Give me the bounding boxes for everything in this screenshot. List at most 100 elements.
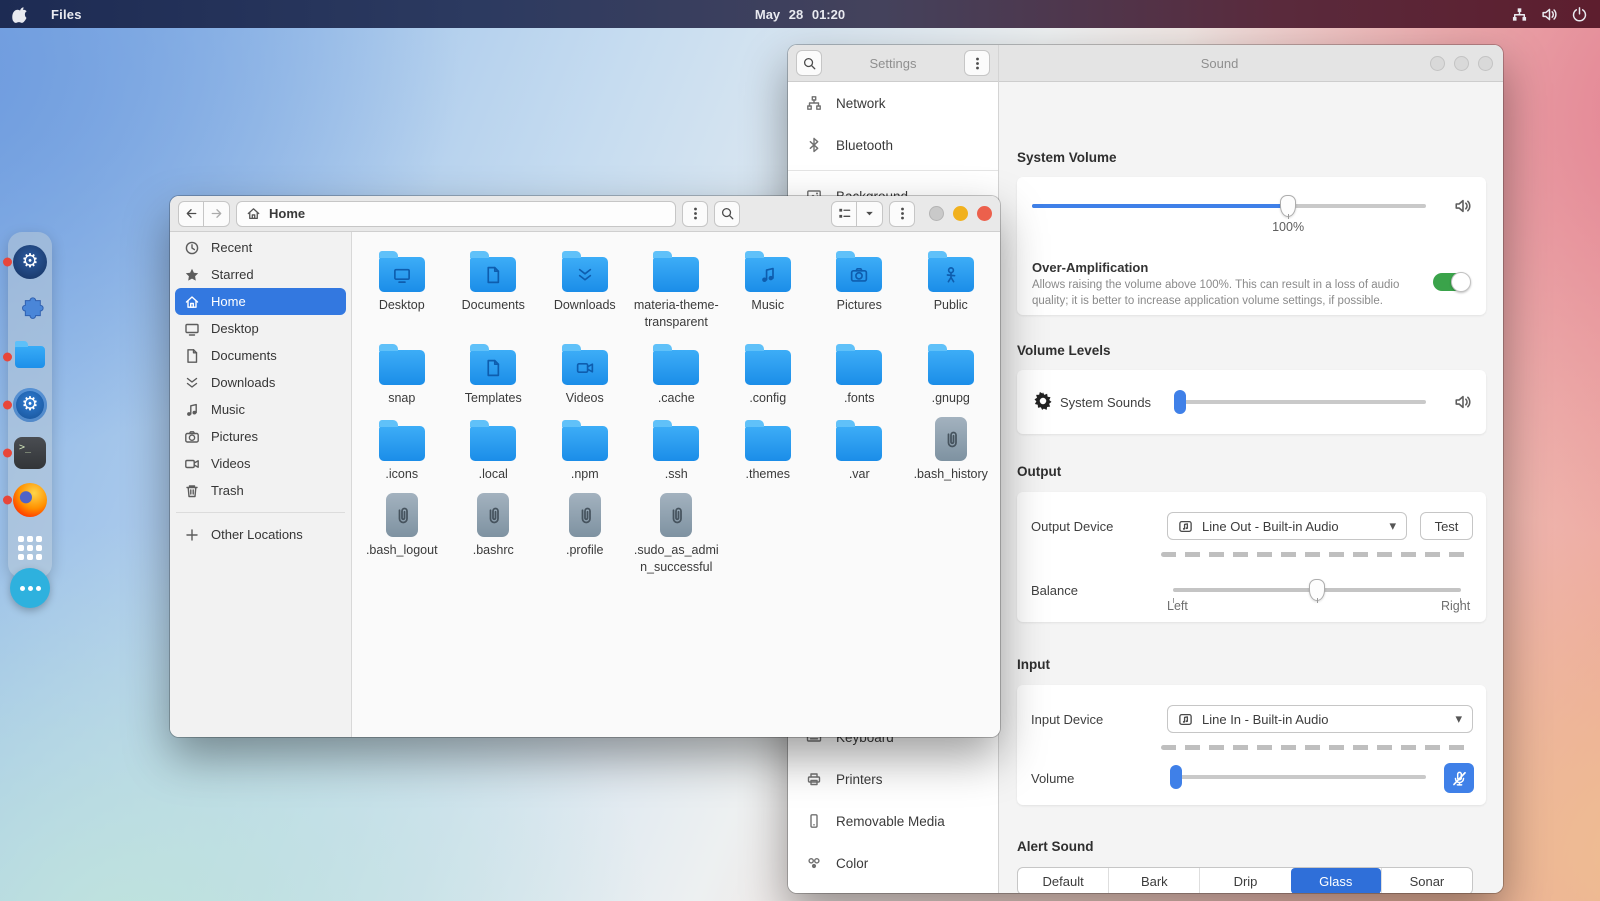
system-sounds-slider-handle[interactable] bbox=[1174, 390, 1186, 414]
dock-item-terminal[interactable]: >_ bbox=[12, 435, 48, 471]
folder-item-documents[interactable]: Documents bbox=[448, 244, 540, 331]
files-minimize-button[interactable] bbox=[929, 206, 944, 221]
alert-sound-option-bark[interactable]: Bark bbox=[1108, 868, 1199, 893]
sidebar-item-music[interactable]: Music bbox=[175, 396, 346, 423]
settings-sidebar-item-removable-media[interactable]: Removable Media bbox=[788, 800, 998, 842]
folder-item-videos[interactable]: Videos bbox=[539, 337, 631, 407]
dock-item-extensions[interactable] bbox=[12, 292, 48, 328]
settings-sidebar-item-printers[interactable]: Printers bbox=[788, 758, 998, 800]
folder-item-local[interactable]: .local bbox=[448, 413, 540, 483]
folder-item-config[interactable]: .config bbox=[722, 337, 814, 407]
settings-maximize-button[interactable] bbox=[1454, 56, 1469, 71]
settings-minimize-button[interactable] bbox=[1430, 56, 1445, 71]
alert-sound-option-glass[interactable]: Glass bbox=[1291, 868, 1381, 893]
balance-label: Balance bbox=[1031, 583, 1078, 598]
input-device-dropdown[interactable]: Line In - Built-in Audio ▾ bbox=[1167, 705, 1473, 733]
sidebar-item-label: Downloads bbox=[211, 375, 275, 390]
sound-panel-header: Sound bbox=[999, 45, 1503, 82]
alert-sound-option-drip[interactable]: Drip bbox=[1199, 868, 1290, 893]
text-file-icon bbox=[477, 493, 509, 537]
clock[interactable]: May 28 01:20 bbox=[0, 7, 1600, 22]
files-menu-button[interactable] bbox=[889, 201, 915, 227]
sidebar-item-home[interactable]: Home bbox=[175, 288, 346, 315]
folder-item-music[interactable]: Music bbox=[722, 244, 814, 331]
file-label: Desktop bbox=[379, 297, 425, 314]
settings-sidebar-bottom-items: KeyboardPrintersRemovable MediaColor bbox=[788, 716, 998, 884]
folder-item-ssh[interactable]: .ssh bbox=[631, 413, 723, 483]
dock-more-button[interactable] bbox=[10, 568, 50, 608]
network-tray-icon[interactable] bbox=[1511, 6, 1528, 23]
folder-item-desktop[interactable]: Desktop bbox=[356, 244, 448, 331]
folder-icon bbox=[379, 257, 425, 292]
dock-item-firefox[interactable] bbox=[12, 482, 48, 518]
file-label: .bashrc bbox=[473, 542, 514, 559]
forward-button[interactable] bbox=[204, 201, 230, 227]
folder-item-snap[interactable]: snap bbox=[356, 337, 448, 407]
view-mode-button[interactable] bbox=[831, 201, 857, 227]
input-volume-slider[interactable] bbox=[1173, 765, 1426, 789]
dock-item-tweaks[interactable]: ⚙ bbox=[12, 387, 48, 423]
settings-sidebar-item-bluetooth[interactable]: Bluetooth bbox=[788, 124, 998, 166]
test-button[interactable]: Test bbox=[1420, 512, 1473, 540]
sidebar-item-starred[interactable]: Starred bbox=[175, 261, 346, 288]
folder-item-public[interactable]: Public bbox=[905, 244, 997, 331]
file-item-bashrc[interactable]: .bashrc bbox=[448, 489, 540, 576]
sidebar-item-label: Bluetooth bbox=[836, 138, 893, 153]
text-file-icon bbox=[569, 493, 601, 537]
sidebar-item-other-locations[interactable]: Other Locations bbox=[175, 521, 346, 548]
settings-sidebar-item-network[interactable]: Network bbox=[788, 82, 998, 124]
sidebar-item-desktop[interactable]: Desktop bbox=[175, 315, 346, 342]
folder-item-npm[interactable]: .npm bbox=[539, 413, 631, 483]
sidebar-item-trash[interactable]: Trash bbox=[175, 477, 346, 504]
dock-item-settings[interactable]: ⚙ bbox=[12, 244, 48, 280]
input-mute-button[interactable] bbox=[1444, 763, 1474, 793]
system-volume-slider[interactable]: 100% bbox=[1032, 194, 1426, 218]
folder-icon bbox=[379, 350, 425, 385]
input-volume-slider-handle[interactable] bbox=[1170, 765, 1182, 789]
back-button[interactable] bbox=[178, 201, 204, 227]
path-menu-button[interactable] bbox=[682, 201, 708, 227]
view-options-button[interactable] bbox=[857, 201, 883, 227]
alert-sound-option-default[interactable]: Default bbox=[1018, 868, 1108, 893]
folder-item-gnupg[interactable]: .gnupg bbox=[905, 337, 997, 407]
volume-levels-heading: Volume Levels bbox=[1017, 343, 1111, 358]
files-search-button[interactable] bbox=[714, 201, 740, 227]
files-maximize-button[interactable] bbox=[953, 206, 968, 221]
settings-sidebar-item-color[interactable]: Color bbox=[788, 842, 998, 884]
file-item-sudo_as_admin_successful[interactable]: .sudo_as_admin_successful bbox=[631, 489, 723, 576]
alert-sound-option-sonar[interactable]: Sonar bbox=[1381, 868, 1472, 893]
sidebar-item-documents[interactable]: Documents bbox=[175, 342, 346, 369]
alert-sound-heading: Alert Sound bbox=[1017, 839, 1094, 854]
file-item-bash_logout[interactable]: .bash_logout bbox=[356, 489, 448, 576]
file-item-bash_history[interactable]: .bash_history bbox=[905, 413, 997, 483]
folder-item-templates[interactable]: Templates bbox=[448, 337, 540, 407]
dock-item-app-grid[interactable] bbox=[12, 530, 48, 566]
settings-menu-button[interactable] bbox=[964, 50, 990, 76]
sidebar-item-downloads[interactable]: Downloads bbox=[175, 369, 346, 396]
over-amplification-toggle[interactable] bbox=[1433, 273, 1470, 291]
download-emblem-icon bbox=[575, 265, 594, 284]
folder-item-themes[interactable]: .themes bbox=[722, 413, 814, 483]
files-close-button[interactable] bbox=[977, 206, 992, 221]
folder-item-pictures[interactable]: Pictures bbox=[814, 244, 906, 331]
output-device-dropdown[interactable]: Line Out - Built-in Audio ▾ bbox=[1167, 512, 1407, 540]
folder-item-materia-theme-transparent[interactable]: materia-theme-transparent bbox=[631, 244, 723, 331]
settings-search-button[interactable] bbox=[796, 50, 822, 76]
folder-item-downloads[interactable]: Downloads bbox=[539, 244, 631, 331]
folder-item-cache[interactable]: .cache bbox=[631, 337, 723, 407]
file-item-profile[interactable]: .profile bbox=[539, 489, 631, 576]
folder-item-var[interactable]: .var bbox=[814, 413, 906, 483]
power-tray-icon[interactable] bbox=[1571, 6, 1588, 23]
dock-item-files[interactable] bbox=[12, 339, 48, 375]
volume-tray-icon[interactable] bbox=[1541, 6, 1558, 23]
settings-close-button[interactable] bbox=[1478, 56, 1493, 71]
sidebar-item-recent[interactable]: Recent bbox=[175, 234, 346, 261]
folder-item-fonts[interactable]: .fonts bbox=[814, 337, 906, 407]
folder-item-icons[interactable]: .icons bbox=[356, 413, 448, 483]
balance-slider[interactable] bbox=[1173, 578, 1461, 602]
folder-icon bbox=[745, 426, 791, 461]
sidebar-item-pictures[interactable]: Pictures bbox=[175, 423, 346, 450]
system-sounds-slider[interactable] bbox=[1175, 390, 1426, 414]
path-bar[interactable]: Home bbox=[236, 201, 676, 227]
sidebar-item-videos[interactable]: Videos bbox=[175, 450, 346, 477]
